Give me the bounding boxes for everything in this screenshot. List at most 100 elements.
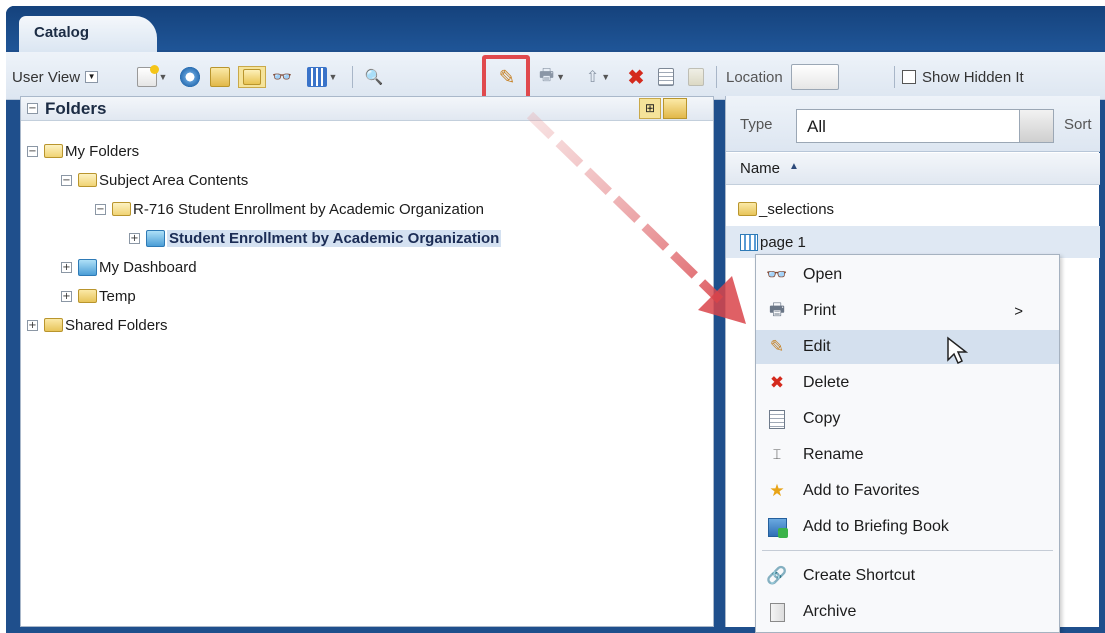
menu-item-label: Print xyxy=(803,302,836,319)
open-folder-icon xyxy=(112,202,131,216)
folder-up-icon xyxy=(210,67,230,87)
edit-button-highlight xyxy=(482,55,530,101)
type-filter-bar: Type All Sort xyxy=(726,96,1100,152)
rename-icon: ⌶ xyxy=(772,447,782,463)
chevron-down-icon: ▼ xyxy=(556,72,566,82)
toolbar-separator xyxy=(352,66,353,88)
search-button[interactable]: 👓 xyxy=(270,66,294,88)
binoculars-icon: 👓 xyxy=(766,265,788,285)
folders-toggle-button[interactable] xyxy=(238,66,266,88)
menu-item-label: Open xyxy=(803,266,843,283)
location-label: Location xyxy=(726,68,783,86)
tree-item-student-enrollment[interactable]: + Student Enrollment by Academic Organiz… xyxy=(129,225,502,251)
export-menu-button[interactable]: ⇧ ▼ xyxy=(578,66,618,88)
expand-icon[interactable]: + xyxy=(27,319,38,331)
menu-item-copy[interactable]: Copy xyxy=(756,402,1059,436)
type-select-value: All xyxy=(807,117,826,136)
menu-item-label: Add to Favorites xyxy=(803,482,920,499)
chevron-down-icon[interactable] xyxy=(1019,110,1053,142)
menu-item-add-to-favorites[interactable]: ★ Add to Favorites xyxy=(756,474,1059,508)
tab-catalog[interactable]: Catalog xyxy=(19,16,157,52)
menu-item-label: Archive xyxy=(803,603,857,620)
open-folder-icon xyxy=(78,173,97,187)
delete-button[interactable]: ✖ xyxy=(624,66,648,89)
menu-item-create-shortcut[interactable]: 🔗 Create Shortcut xyxy=(756,559,1059,593)
tree-item-shared-folders[interactable]: + Shared Folders xyxy=(27,312,168,338)
paste-button[interactable] xyxy=(684,66,708,88)
chevron-down-icon: ▼ xyxy=(158,72,168,82)
tree-item-my-folders[interactable]: − My Folders xyxy=(27,138,139,164)
view-menu-button[interactable]: ▼ xyxy=(302,66,342,88)
chevron-down-icon: ▼ xyxy=(601,72,611,82)
tree-item-my-dashboard[interactable]: + My Dashboard xyxy=(61,254,197,280)
menu-item-edit[interactable]: ✎ Edit xyxy=(756,330,1059,365)
tree-item-subject-area-contents[interactable]: − Subject Area Contents xyxy=(61,167,248,193)
tree-item-temp[interactable]: + Temp xyxy=(61,283,136,309)
expand-icon[interactable]: + xyxy=(61,261,72,273)
mouse-cursor-icon xyxy=(947,336,968,365)
collapse-icon[interactable]: − xyxy=(27,145,38,157)
menu-item-archive[interactable]: Archive xyxy=(756,595,1059,629)
open-button[interactable]: 🔍 xyxy=(362,66,386,88)
toolbar-separator xyxy=(894,66,895,88)
tree-item-label: R-716 Student Enrollment by Academic Org… xyxy=(133,200,485,218)
menu-item-label: Delete xyxy=(803,374,850,391)
menu-item-label: Copy xyxy=(803,410,841,427)
menu-item-label: Rename xyxy=(803,446,864,463)
binoculars-icon: 👓 xyxy=(272,69,292,86)
tree-item-r716[interactable]: − R-716 Student Enrollment by Academic O… xyxy=(95,196,484,222)
menu-item-rename[interactable]: ⌶ Rename xyxy=(756,438,1059,472)
refresh-icon xyxy=(180,67,200,87)
chevron-down-icon: ▼ xyxy=(85,71,99,83)
copy-icon xyxy=(658,68,674,86)
location-control[interactable]: Location xyxy=(726,64,886,90)
copy-button[interactable] xyxy=(654,66,678,88)
show-hidden-toggle[interactable]: Show Hidden It xyxy=(902,66,1105,88)
list-item-label: _selections xyxy=(759,200,835,218)
new-menu-button[interactable]: ▼ xyxy=(132,65,172,88)
user-view-menu[interactable]: User View ▼ xyxy=(12,66,122,88)
toolbar-separator xyxy=(716,66,717,88)
menu-item-label: Edit xyxy=(803,338,831,355)
briefing-book-icon xyxy=(766,516,788,538)
tree-item-label: Shared Folders xyxy=(65,316,168,334)
menu-item-add-to-briefing-book[interactable]: Add to Briefing Book xyxy=(756,510,1059,544)
red-x-icon: ✖ xyxy=(627,66,645,89)
collapse-icon[interactable]: − xyxy=(27,103,38,114)
menu-separator xyxy=(762,550,1053,551)
collapse-icon[interactable]: − xyxy=(61,174,72,186)
show-hidden-checkbox[interactable] xyxy=(902,70,916,84)
folders-title: Folders xyxy=(45,99,107,118)
grid-view-icon xyxy=(306,67,327,87)
collapse-icon[interactable]: − xyxy=(95,203,106,215)
print-menu-button[interactable]: 🖶 ▼ xyxy=(532,66,572,88)
dashboard-icon xyxy=(78,258,97,276)
printer-icon: 🖶 xyxy=(538,66,555,84)
red-x-icon: ✖ xyxy=(769,373,785,393)
tab-catalog-label: Catalog xyxy=(34,24,90,41)
tree-item-label: Student Enrollment by Academic Organizat… xyxy=(167,229,502,247)
tree-item-label: Subject Area Contents xyxy=(99,171,249,189)
pencil-icon: ✎ xyxy=(769,337,785,357)
tab-bar: Catalog xyxy=(6,6,1105,52)
menu-item-label: Add to Briefing Book xyxy=(803,518,949,535)
binoculars-icon: 🔍 xyxy=(364,69,384,86)
expand-icon[interactable]: + xyxy=(129,232,140,244)
menu-item-delete[interactable]: ✖ Delete xyxy=(756,366,1059,400)
type-select[interactable]: All xyxy=(796,109,1054,143)
expand-icon[interactable]: + xyxy=(61,290,72,302)
sort-label: Sort xyxy=(1064,116,1092,133)
up-folder-button[interactable] xyxy=(208,66,232,88)
folder-icon xyxy=(78,289,97,303)
tree-item-label: My Folders xyxy=(65,142,140,160)
name-column-header[interactable]: Name ▲ xyxy=(726,153,1100,185)
folder-icon xyxy=(44,318,63,332)
location-field[interactable] xyxy=(790,64,839,90)
open-folder-icon xyxy=(44,144,63,158)
menu-item-open[interactable]: 👓 Open xyxy=(756,258,1059,292)
link-icon: 🔗 xyxy=(766,566,788,586)
printer-icon: 🖶 xyxy=(768,299,786,320)
paste-icon xyxy=(688,68,704,86)
refresh-button[interactable] xyxy=(178,66,202,88)
menu-item-print[interactable]: 🖶 Print > xyxy=(756,294,1059,328)
